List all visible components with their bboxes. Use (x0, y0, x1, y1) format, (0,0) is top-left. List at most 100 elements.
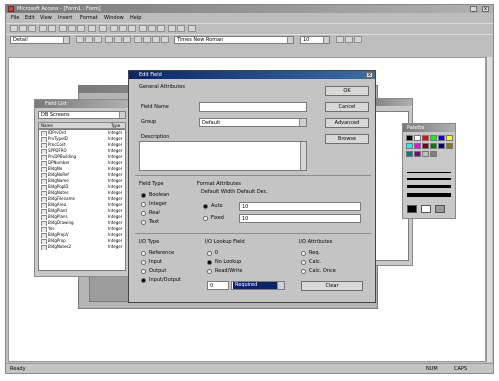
italic2-icon[interactable] (345, 36, 353, 43)
cut-icon[interactable] (59, 25, 67, 32)
palette-color-swatch[interactable] (446, 135, 453, 141)
menu-edit[interactable]: Edit (25, 15, 35, 21)
font-size-select[interactable]: 10 (300, 36, 330, 44)
underline2-icon[interactable] (354, 36, 362, 43)
palette-color-swatch[interactable] (438, 143, 445, 149)
underline-icon[interactable] (94, 36, 102, 43)
save-icon[interactable] (28, 25, 36, 32)
ok-button[interactable]: OK (325, 86, 369, 96)
palette-color-swatch[interactable] (430, 135, 437, 141)
field-list-combo[interactable]: DB Screens (38, 111, 126, 119)
help-icon[interactable] (188, 25, 196, 32)
menu-format[interactable]: Format (80, 15, 98, 21)
palette-color-swatch[interactable] (422, 151, 429, 157)
undo-icon[interactable] (99, 25, 107, 32)
palette-color-swatch[interactable] (406, 135, 413, 141)
print-icon[interactable] (39, 25, 47, 32)
line-style-1[interactable] (407, 172, 451, 173)
menu-view[interactable]: View (40, 15, 52, 21)
line-style-2[interactable] (407, 178, 451, 180)
format-fixed-input[interactable]: 10 (239, 214, 361, 223)
lookup-select[interactable]: Required (231, 281, 285, 290)
align-center-icon[interactable] (114, 36, 122, 43)
code-icon[interactable] (139, 25, 147, 32)
field-type-real-radio[interactable] (141, 211, 146, 216)
object-select[interactable]: Detail (10, 36, 70, 44)
copy-icon[interactable] (68, 25, 76, 32)
field-list-body[interactable]: IDPrvOrd Integer PrvTypeID Integer ProcCost I… (38, 129, 126, 271)
properties-icon[interactable] (148, 25, 156, 32)
menu-window[interactable]: Window (104, 15, 124, 21)
align-left-icon[interactable] (105, 36, 113, 43)
group-select[interactable]: Default (199, 118, 307, 127)
palette-color-swatch[interactable] (406, 143, 413, 149)
io-inputoutput-radio[interactable] (141, 278, 146, 283)
format-auto-input[interactable]: 10 (239, 202, 361, 211)
line-style-4[interactable] (407, 193, 451, 197)
align-right-icon[interactable] (123, 36, 131, 43)
palette-color-swatch[interactable] (446, 143, 453, 149)
palette-color-swatch[interactable] (414, 135, 421, 141)
database-window-icon[interactable] (168, 25, 176, 32)
palette-color-swatch[interactable] (422, 135, 429, 141)
line-color-icon[interactable] (152, 36, 160, 43)
description-textarea[interactable] (139, 141, 307, 171)
description-scrollbar[interactable] (300, 142, 306, 170)
palette-color-swatch[interactable] (414, 143, 421, 149)
palette-color-swatch[interactable] (414, 151, 421, 157)
format-auto-radio[interactable] (203, 204, 208, 209)
new-object-icon[interactable] (177, 25, 185, 32)
palette-swatch-white[interactable] (421, 205, 431, 213)
attr-radio-0[interactable] (301, 251, 306, 256)
field-type-text-radio[interactable] (141, 220, 146, 225)
field-name-input[interactable] (199, 102, 307, 112)
field-list-icon[interactable] (110, 25, 118, 32)
fill-color-icon[interactable] (134, 36, 142, 43)
bold2-icon[interactable] (336, 36, 344, 43)
clear-button[interactable]: Clear (301, 281, 363, 291)
autoformat-icon[interactable] (128, 25, 136, 32)
attr-radio-1[interactable] (301, 260, 306, 265)
lookup-radio-0[interactable] (207, 251, 212, 256)
palette-color-swatch[interactable] (430, 143, 437, 149)
palette-color-swatch[interactable] (422, 143, 429, 149)
field-type-boolean-radio[interactable] (141, 193, 146, 198)
font-color-icon[interactable] (143, 36, 151, 43)
menu-file[interactable]: File (11, 15, 19, 21)
field-type-integer-radio[interactable] (141, 202, 146, 207)
io-output-radio[interactable] (141, 269, 146, 274)
io-reference-radio[interactable] (141, 251, 146, 256)
menu-help[interactable]: Help (130, 15, 141, 21)
vertical-scrollbar[interactable] (486, 57, 492, 362)
palette-color-swatch[interactable] (406, 151, 413, 157)
new-icon[interactable] (10, 25, 18, 32)
cancel-button[interactable]: Cancel (325, 102, 369, 112)
italic-icon[interactable] (85, 36, 93, 43)
lookup-radio-1[interactable] (207, 260, 212, 265)
open-icon[interactable] (19, 25, 27, 32)
preview-icon[interactable] (48, 25, 56, 32)
field-list-row[interactable]: BldgNotes2 Integer (39, 244, 125, 250)
palette-color-swatch[interactable] (438, 135, 445, 141)
palette-swatch-gray[interactable] (435, 205, 445, 213)
paste-icon[interactable] (77, 25, 85, 32)
browse-button[interactable]: Browse (325, 134, 369, 144)
lookup-input[interactable]: 0 (207, 281, 229, 290)
toolbox-icon[interactable] (119, 25, 127, 32)
palette-swatch-black[interactable] (407, 205, 417, 213)
close-button[interactable]: x (482, 6, 489, 12)
format-fixed-radio[interactable] (203, 216, 208, 221)
attr-radio-2[interactable] (301, 269, 306, 274)
format-painter-icon[interactable] (88, 25, 96, 32)
line-width-icon[interactable] (161, 36, 169, 43)
palette-color-swatch[interactable] (430, 151, 437, 157)
io-input-radio[interactable] (141, 260, 146, 265)
menu-insert[interactable]: Insert (58, 15, 72, 21)
bold-icon[interactable] (76, 36, 84, 43)
minimize-button[interactable]: _ (470, 6, 477, 12)
lookup-radio-2[interactable] (207, 269, 212, 274)
font-name-select[interactable]: Times New Roman (174, 36, 294, 44)
advanced-button[interactable]: Advanced (325, 118, 369, 128)
dialog-close-button[interactable]: x (366, 72, 373, 78)
line-style-3[interactable] (407, 185, 451, 188)
